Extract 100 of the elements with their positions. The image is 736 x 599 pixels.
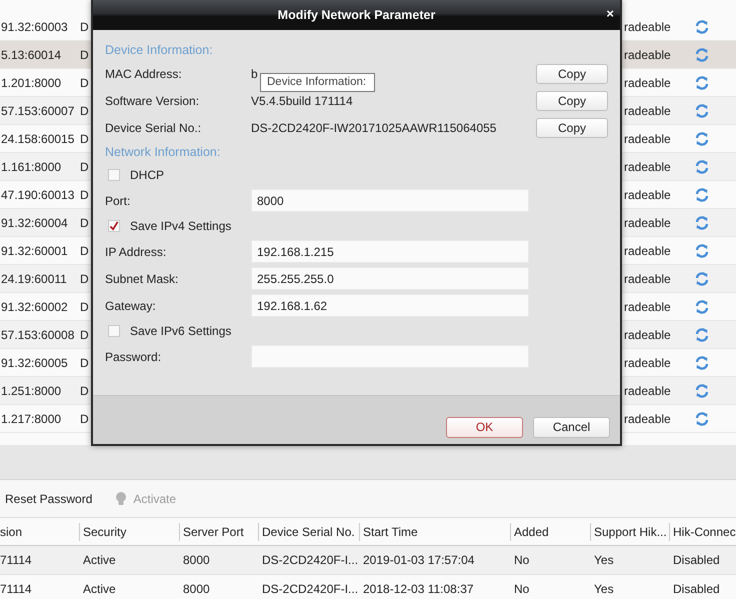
field-label: Port:	[105, 192, 132, 210]
field-label: MAC Address:	[105, 66, 183, 82]
table-cell-text: No	[513, 581, 530, 598]
tooltip: Device Information:	[260, 73, 375, 92]
column-header[interactable]: Hik-Connec	[669, 522, 736, 540]
checkbox-label: DHCP	[130, 167, 164, 184]
field-label: Gateway:	[105, 298, 157, 314]
table-cell-text: 8000	[182, 581, 211, 598]
table-cell-text: radeable	[624, 270, 672, 288]
table-cell-text: Active	[82, 552, 117, 569]
field-label: Device Serial No.:	[105, 120, 202, 136]
section-heading: Network Information:	[105, 144, 220, 161]
table-cell-text: D	[80, 74, 90, 92]
field-label: Software Version:	[105, 92, 200, 110]
column-header[interactable]: Security	[79, 522, 179, 540]
refresh-icon[interactable]	[694, 186, 710, 202]
table-cell-text: 57.153:60007	[0, 102, 76, 120]
table-cell-text: radeable	[624, 158, 672, 176]
refresh-icon[interactable]	[694, 326, 710, 342]
refresh-icon[interactable]	[694, 130, 710, 146]
table-cell-text: 24.158:60015	[0, 130, 76, 148]
table-cell-text: radeable	[624, 326, 672, 344]
checkbox-label: Save IPv4 Settings	[130, 218, 232, 235]
table-cell-text: radeable	[624, 18, 672, 36]
table-cell-text: radeable	[624, 74, 672, 92]
table-cell-text: 1.251:8000	[0, 382, 62, 400]
section-heading: Device Information:	[105, 42, 213, 59]
refresh-icon[interactable]	[694, 298, 710, 314]
column-header[interactable]: Device Serial No.	[258, 522, 359, 540]
input-field[interactable]: 192.168.1.62	[251, 294, 529, 317]
checkbox-label: Save IPv6 Settings	[130, 323, 232, 340]
input-field[interactable]: 192.168.1.215	[251, 240, 529, 263]
copy-button[interactable]: Copy	[536, 90, 608, 110]
cancel-button[interactable]: Cancel	[533, 416, 610, 438]
table-cell-text: DS-2CD2420F-I...	[261, 552, 359, 569]
refresh-icon[interactable]	[694, 242, 710, 258]
table-cell-text: 57.153:60008	[0, 326, 76, 344]
table-cell-text: 91.32:60002	[0, 298, 69, 316]
table-cell-text: radeable	[624, 382, 672, 400]
table-cell-text: 24.19:60011	[0, 270, 68, 288]
refresh-icon[interactable]	[694, 46, 710, 62]
table-cell-text: 8000	[182, 552, 211, 569]
table-cell-text: Disabled	[672, 581, 721, 598]
field-label: Password:	[105, 348, 162, 366]
table-cell-text: 91.32:60001	[0, 242, 69, 260]
table-cell-text: 91.32:60005	[0, 354, 69, 372]
table-cell-text: DS-2CD2420F-I...	[261, 581, 359, 598]
table-cell-text: radeable	[624, 102, 672, 120]
column-header[interactable]: sion	[0, 522, 79, 540]
table-cell-text: No	[513, 552, 530, 569]
table-cell-text: D	[80, 326, 90, 344]
table-cell-text: 91.32:60004	[0, 214, 69, 232]
table-cell-text: 2018-12-03 11:08:37	[362, 581, 475, 598]
table-cell-text: radeable	[624, 186, 672, 204]
field-label: Subnet Mask:	[105, 270, 180, 288]
table-cell-text: D	[80, 18, 90, 36]
reset-password-button[interactable]: Reset Password	[0, 490, 92, 508]
column-header[interactable]: Added	[510, 522, 590, 540]
table-cell-text: 5.13:60014	[0, 46, 62, 64]
table-cell-text: 91.32:60003	[0, 18, 69, 36]
refresh-icon[interactable]	[694, 354, 710, 370]
table-cell-text: Yes	[593, 581, 615, 598]
table-cell-text: 1.217:8000	[0, 410, 62, 428]
input-field[interactable]: 8000	[251, 189, 529, 212]
input-field[interactable]: 255.255.255.0	[251, 267, 529, 290]
refresh-icon[interactable]	[694, 382, 710, 398]
table-cell-text: Yes	[593, 552, 615, 569]
table-cell-text: D	[80, 270, 90, 288]
table-cell-text: D	[80, 214, 90, 232]
table-cell-text: D	[80, 354, 90, 372]
refresh-icon[interactable]	[694, 270, 710, 286]
table-cell-text: 1.201:8000	[0, 74, 62, 92]
table-cell-text: D	[80, 242, 90, 260]
table-cell-text: 1.161:8000	[0, 158, 62, 176]
column-header[interactable]: Server Port	[179, 522, 258, 540]
ok-button[interactable]: OK	[446, 416, 523, 438]
field-label: IP Address:	[105, 244, 168, 260]
field-value: V5.4.5build 171114	[251, 92, 353, 110]
copy-button[interactable]: Copy	[536, 64, 608, 84]
lightbulb-icon	[115, 490, 128, 506]
table-cell-text: radeable	[624, 298, 672, 316]
refresh-icon[interactable]	[694, 102, 710, 118]
refresh-icon[interactable]	[694, 18, 710, 34]
table-cell-text: Disabled	[672, 552, 721, 569]
table-cell-text: D	[80, 102, 90, 120]
table-cell-text: 47.190:60013	[0, 186, 76, 204]
column-header[interactable]: Start Time	[359, 522, 510, 540]
table-cell-text: radeable	[624, 214, 672, 232]
refresh-icon[interactable]	[694, 158, 710, 174]
table-cell-text: radeable	[624, 130, 672, 148]
checkbox[interactable]	[108, 220, 120, 232]
table-cell-text: 71114	[0, 581, 33, 598]
column-header[interactable]: Support Hik...	[590, 522, 669, 540]
table-cell-text: D	[80, 298, 90, 316]
table-cell-text: radeable	[624, 410, 672, 428]
refresh-icon[interactable]	[694, 410, 710, 426]
refresh-icon[interactable]	[694, 74, 710, 90]
copy-button[interactable]: Copy	[536, 118, 608, 138]
refresh-icon[interactable]	[694, 214, 710, 230]
close-button[interactable]: ×	[606, 7, 614, 21]
